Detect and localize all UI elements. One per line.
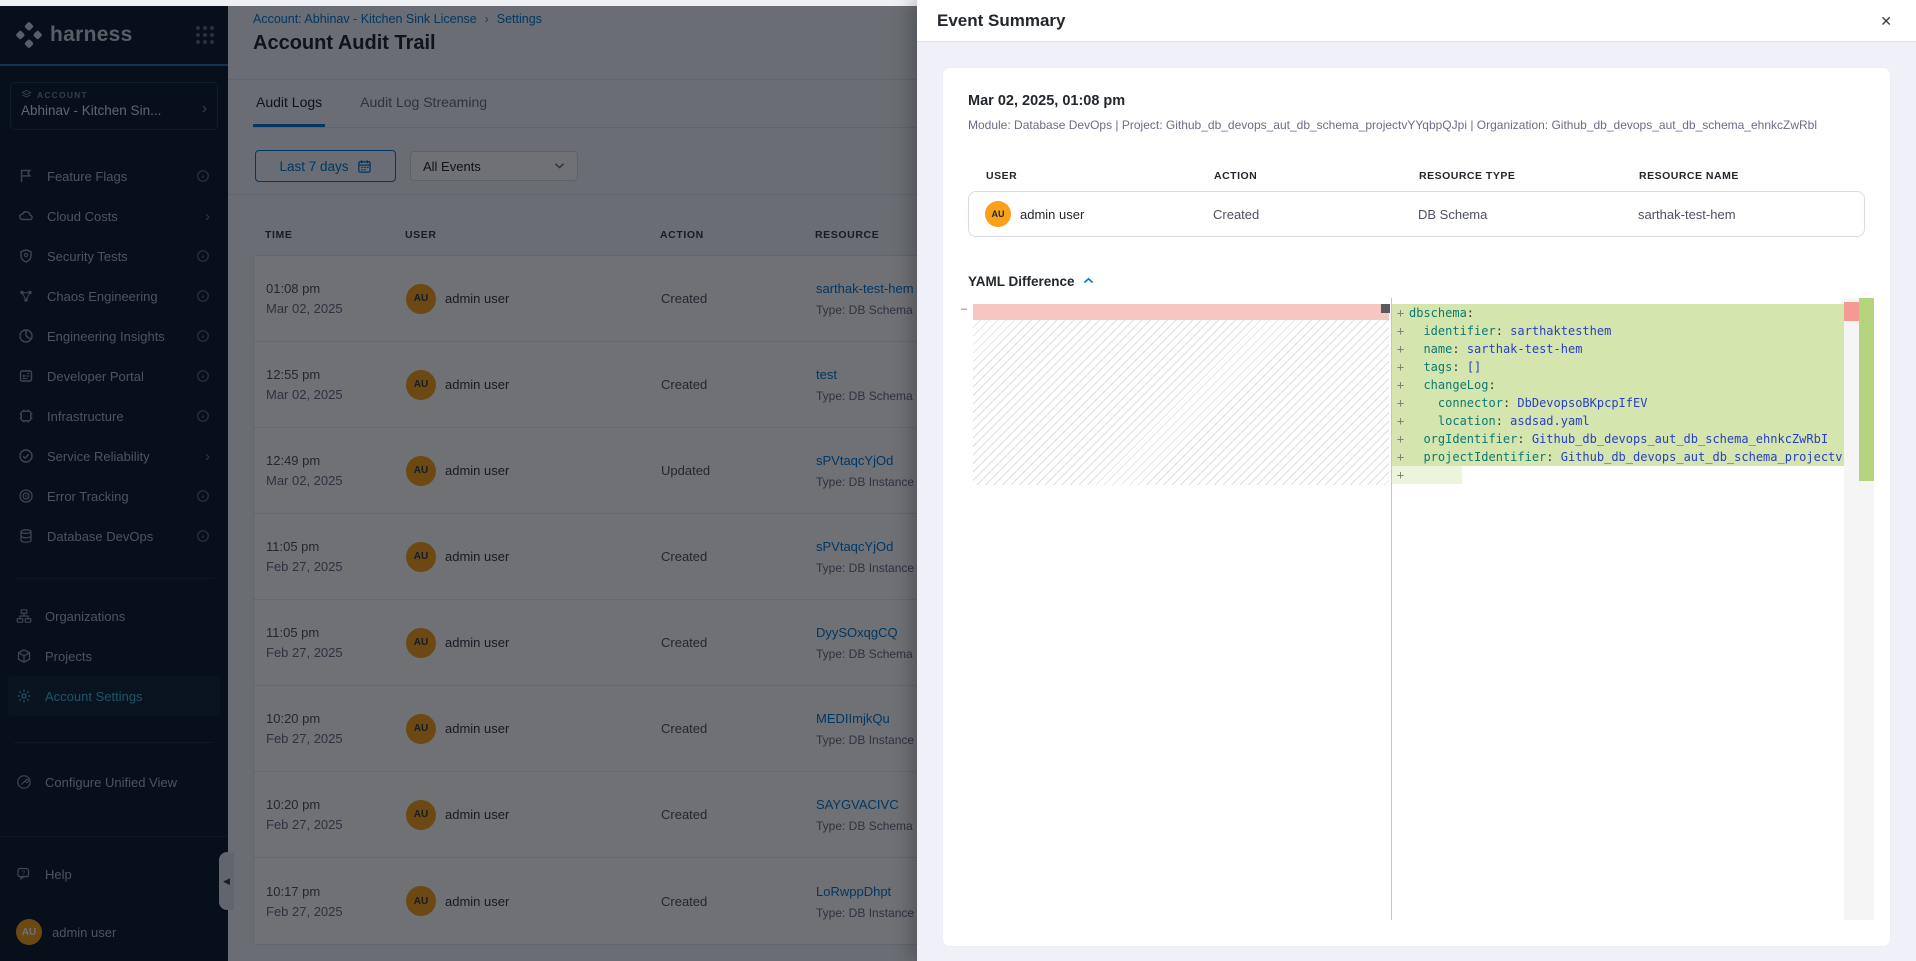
diff-added-gutter: + bbox=[1392, 322, 1409, 340]
diff-line-text: projectIdentifier: Github_db_devops_aut_… bbox=[1409, 448, 1843, 466]
summary-column-user: USER bbox=[986, 170, 1214, 182]
event-meta: Module: Database DevOps | Project: Githu… bbox=[968, 118, 1865, 132]
diff-added-line: + projectIdentifier: Github_db_devops_au… bbox=[1392, 448, 1844, 466]
summary-user-cell: AU admin user bbox=[985, 201, 1213, 227]
summary-resource-name: sarthak-test-hem bbox=[1638, 207, 1864, 222]
diff-line-text: tags: [] bbox=[1409, 358, 1481, 376]
close-icon[interactable]: ✕ bbox=[1876, 10, 1896, 32]
diff-removed-corner-marker bbox=[1381, 304, 1390, 313]
summary-user-name: admin user bbox=[1020, 207, 1084, 222]
yaml-difference-label: YAML Difference bbox=[968, 274, 1075, 289]
chevron-up-icon bbox=[1083, 277, 1094, 285]
summary-column-resource-type: RESOURCE TYPE bbox=[1419, 170, 1639, 182]
diff-added-gutter: + bbox=[1392, 376, 1409, 394]
event-card: Mar 02, 2025, 01:08 pm Module: Database … bbox=[942, 67, 1891, 947]
diff-added-line: + location: asdsad.yaml bbox=[1392, 412, 1844, 430]
top-strip bbox=[0, 0, 917, 6]
diff-added-lines: +dbschema:+ identifier: sarthaktesthem+ … bbox=[1392, 304, 1844, 484]
diff-line-text: location: asdsad.yaml bbox=[1409, 412, 1590, 430]
drawer-header: Event Summary ✕ bbox=[917, 0, 1916, 42]
diff-empty-hatch bbox=[973, 320, 1389, 485]
diff-ruler-added-marker bbox=[1859, 298, 1874, 481]
summary-table-header: USER ACTION RESOURCE TYPE RESOURCE NAME bbox=[968, 170, 1865, 182]
user-avatar: AU bbox=[985, 201, 1011, 227]
diff-added-gutter: + bbox=[1392, 412, 1409, 430]
diff-line-text: orgIdentifier: Github_db_devops_aut_db_s… bbox=[1409, 430, 1828, 448]
diff-added-line: + changeLog: bbox=[1392, 376, 1844, 394]
diff-added-gutter: + bbox=[1392, 340, 1409, 358]
diff-added-line: + identifier: sarthaktesthem bbox=[1392, 322, 1844, 340]
summary-row: AU admin user Created DB Schema sarthak-… bbox=[968, 191, 1865, 237]
diff-added-line: + connector: DbDevopsoBKpcpIfEV bbox=[1392, 394, 1844, 412]
diff-added-line: + name: sarthak-test-hem bbox=[1392, 340, 1844, 358]
diff-removed-gutter: − bbox=[958, 302, 970, 316]
summary-action: Created bbox=[1213, 207, 1418, 222]
diff-added-gutter: + bbox=[1392, 394, 1409, 412]
yaml-difference-toggle[interactable]: YAML Difference bbox=[968, 273, 1865, 289]
yaml-diff-editor[interactable]: − +dbschema:+ identifier: sarthaktesthem… bbox=[958, 298, 1874, 920]
diff-added-line: +dbschema: bbox=[1392, 304, 1844, 322]
diff-added-empty-line: + bbox=[1392, 466, 1462, 484]
diff-added-gutter: + bbox=[1392, 430, 1409, 448]
diff-added-line: + orgIdentifier: Github_db_devops_aut_db… bbox=[1392, 430, 1844, 448]
diff-removed-line bbox=[973, 304, 1389, 320]
summary-column-resource-name: RESOURCE NAME bbox=[1639, 170, 1865, 182]
diff-ruler-removed-marker bbox=[1844, 302, 1859, 321]
drawer-title: Event Summary bbox=[937, 11, 1066, 31]
diff-added-line: + tags: [] bbox=[1392, 358, 1844, 376]
diff-line-text: identifier: sarthaktesthem bbox=[1409, 322, 1611, 340]
diff-line-text: dbschema: bbox=[1409, 304, 1474, 322]
diff-added-gutter: + bbox=[1392, 304, 1409, 322]
diff-added-gutter: + bbox=[1392, 448, 1409, 466]
summary-resource-type: DB Schema bbox=[1418, 207, 1638, 222]
diff-line-text: connector: DbDevopsoBKpcpIfEV bbox=[1409, 394, 1647, 412]
diff-added-gutter: + bbox=[1392, 466, 1409, 484]
drawer-backdrop[interactable] bbox=[0, 0, 917, 961]
diff-line-text: changeLog: bbox=[1409, 376, 1496, 394]
diff-added-gutter: + bbox=[1392, 358, 1409, 376]
event-summary-drawer: Event Summary ✕ Mar 02, 2025, 01:08 pm M… bbox=[917, 0, 1916, 961]
summary-column-action: ACTION bbox=[1214, 170, 1419, 182]
event-timestamp: Mar 02, 2025, 01:08 pm bbox=[968, 93, 1865, 109]
diff-line-text: name: sarthak-test-hem bbox=[1409, 340, 1582, 358]
